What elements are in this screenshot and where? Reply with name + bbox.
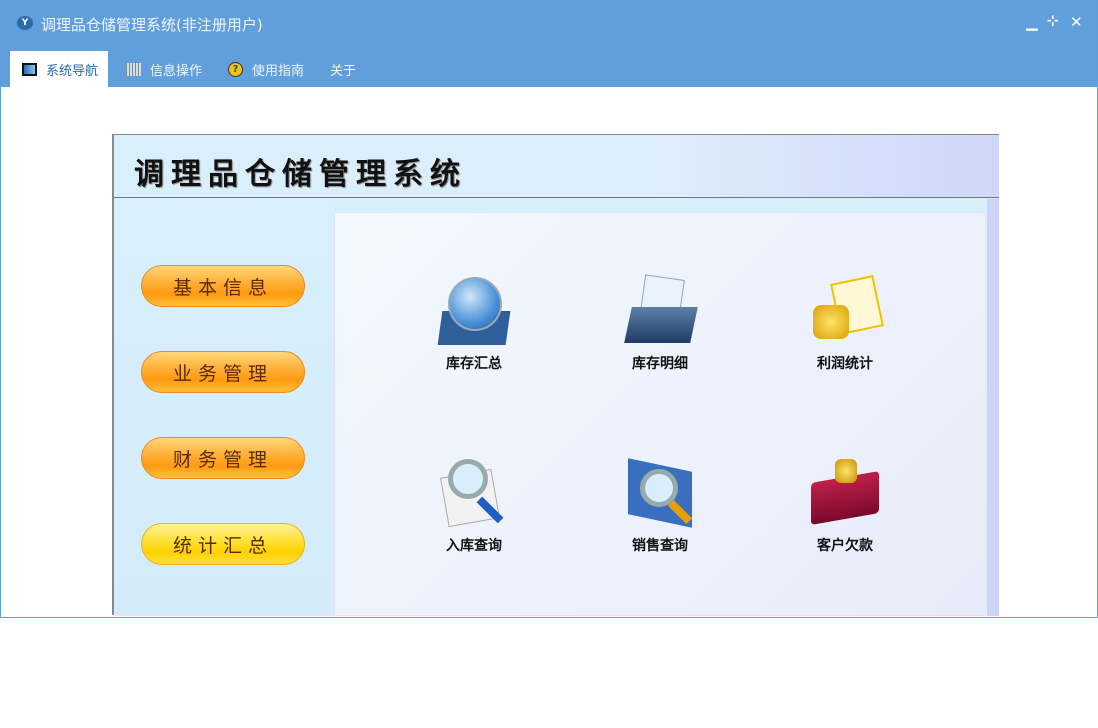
nav-business-button[interactable]: 业务管理 (141, 351, 305, 393)
folder-icon (622, 273, 698, 349)
feature-label: 库存汇总 (446, 356, 502, 372)
tab-about[interactable]: 关于 (318, 51, 356, 87)
title-bar: Y 调理品仓储管理系统(非注册用户) ▁ ⊹ ✕ (1, 1, 1097, 45)
feature-panel: 库存汇总 库存明细 利润统计 入库查询 销售查询 客户欠款 (334, 212, 986, 616)
coins-icon (807, 273, 884, 349)
nav-finance-button[interactable]: 财务管理 (141, 437, 305, 479)
feature-label: 利润统计 (817, 356, 873, 372)
tab-label: 信息操作 (150, 63, 203, 79)
grid-icon (126, 62, 141, 76)
main-panel: 调理品仓储管理系统 基本信息 业务管理 财务管理 统计汇总 库存汇总 库存明细 … (112, 134, 999, 616)
minimize-icon[interactable]: ▁ (1026, 13, 1038, 31)
tab-info-ops[interactable]: 信息操作 (114, 51, 202, 87)
tab-label: 使用指南 (252, 63, 305, 79)
decor-strip (987, 199, 999, 616)
app-logo-icon: Y (17, 16, 33, 30)
red-book-icon (807, 455, 883, 531)
feature-label: 销售查询 (632, 538, 688, 554)
restore-icon[interactable]: ⊹ (1047, 13, 1059, 29)
magnifier-icon (436, 455, 512, 531)
tab-bar: 系统导航 信息操作 ? 使用指南 关于 (1, 45, 1097, 87)
inventory-summary-button[interactable]: 库存汇总 (414, 273, 534, 373)
globe-icon (436, 273, 512, 349)
feature-label: 入库查询 (446, 538, 502, 554)
sales-query-button[interactable]: 销售查询 (600, 455, 720, 555)
tab-system-nav[interactable]: 系统导航 (10, 51, 108, 87)
book-search-icon (622, 455, 698, 531)
tab-label: 系统导航 (46, 63, 99, 79)
profit-stats-button[interactable]: 利润统计 (785, 273, 905, 373)
stock-in-query-button[interactable]: 入库查询 (414, 455, 534, 555)
close-icon[interactable]: ✕ (1070, 13, 1083, 31)
nav-statistics-button[interactable]: 统计汇总 (141, 523, 305, 565)
feature-label: 客户欠款 (817, 538, 873, 554)
inventory-detail-button[interactable]: 库存明细 (600, 273, 720, 373)
tab-label: 关于 (330, 63, 357, 79)
nav-basic-info-button[interactable]: 基本信息 (141, 265, 305, 307)
app-heading: 调理品仓储管理系统 (134, 157, 467, 192)
help-icon: ? (228, 61, 243, 77)
nav-panel: 基本信息 业务管理 财务管理 统计汇总 (114, 199, 334, 616)
app-window: Y 调理品仓储管理系统(非注册用户) ▁ ⊹ ✕ 系统导航 信息操作 ? 使用指… (0, 0, 1098, 618)
tab-guide[interactable]: ? 使用指南 (216, 51, 304, 87)
feature-label: 库存明细 (632, 356, 688, 372)
app-header: 调理品仓储管理系统 (114, 135, 999, 198)
window-title: 调理品仓储管理系统(非注册用户) (41, 16, 263, 34)
customer-debt-button[interactable]: 客户欠款 (785, 455, 905, 555)
monitor-icon (22, 62, 37, 76)
